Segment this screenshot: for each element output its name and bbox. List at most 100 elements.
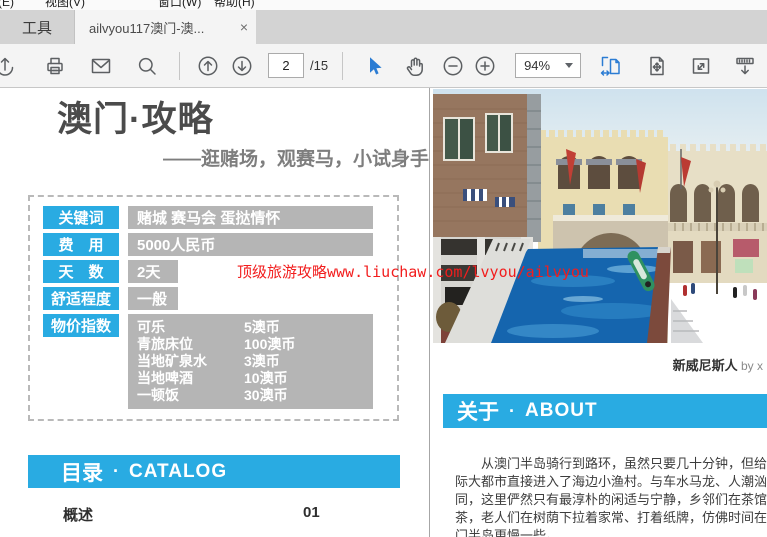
info-row: 关键词 赌城 赛马会 蛋挞情怀	[43, 206, 397, 229]
print-icon	[43, 54, 67, 78]
previous-page-icon	[196, 54, 220, 78]
select-tool-button[interactable]	[361, 54, 385, 78]
pdf-viewer-window: 编辑(E) 视图(V) 窗口(W) 帮助(H) 工具 ailvyou117澳门-…	[0, 0, 767, 537]
hide-toolbar-button[interactable]	[733, 54, 757, 78]
fit-page-icon	[645, 54, 669, 78]
info-row: 费 用 5000人民币	[43, 233, 397, 256]
fit-width-button[interactable]	[599, 54, 623, 78]
next-page-button[interactable]	[230, 54, 254, 78]
info-value: 2天	[128, 260, 178, 283]
zoom-in-button[interactable]	[473, 54, 497, 78]
search-button[interactable]	[135, 54, 159, 78]
select-cursor-icon	[361, 54, 385, 78]
price-item-value: 3澳币	[244, 353, 280, 370]
catalog-header-zh: 目录	[61, 457, 103, 487]
zoom-out-button[interactable]	[441, 54, 465, 78]
info-value: 赌城 赛马会 蛋挞情怀	[128, 206, 373, 229]
catalog-header-en: CATALOG	[129, 461, 227, 483]
menu-edit[interactable]: 编辑(E)	[0, 0, 14, 10]
info-label: 天 数	[43, 260, 119, 283]
price-item-name: 青旅床位	[137, 336, 244, 353]
info-value: 5000人民币	[128, 233, 373, 256]
tab-document-label: ailvyou117澳门-澳...	[89, 18, 234, 37]
info-row: 舒适程度 一般	[43, 287, 397, 310]
photo-caption-credit: by x	[738, 359, 763, 373]
menu-help[interactable]: 帮助(H)	[214, 0, 255, 10]
fullscreen-icon	[689, 54, 713, 78]
price-line: 一顿饭 30澳币	[137, 387, 364, 404]
catalog-header-separator: ·	[113, 461, 119, 482]
about-line: 茶，老人们在树荫下拉着家常、打着纸牌，仿佛时间在这里，也要比澳	[455, 509, 767, 527]
info-label: 关键词	[43, 206, 119, 229]
hide-toolbar-icon	[733, 54, 757, 78]
info-label: 舒适程度	[43, 287, 119, 310]
price-line: 当地矿泉水 3澳币	[137, 353, 364, 370]
about-line: 际大都市直接进入了海边小渔村。与车水马龙、人潮汹涌的澳门半岛不	[455, 473, 767, 491]
price-item-name: 当地矿泉水	[137, 353, 244, 370]
tab-bar: 工具 ailvyou117澳门-澳... ×	[0, 10, 767, 44]
menu-bar: 编辑(E) 视图(V) 窗口(W) 帮助(H)	[0, 0, 767, 10]
page-number-input[interactable]	[268, 53, 304, 78]
photo-caption: 新威尼斯人 by x	[433, 355, 763, 375]
price-item-name: 当地啤酒	[137, 370, 244, 387]
zoom-level-value: 94%	[516, 58, 550, 73]
info-panel: 关键词 赌城 赛马会 蛋挞情怀 费 用 5000人民币 天 数 2天 舒适程度 …	[28, 195, 399, 421]
price-item-name: 可乐	[137, 319, 244, 336]
fit-page-button[interactable]	[645, 54, 669, 78]
hand-tool-button[interactable]	[403, 54, 427, 78]
watermark-text: 顶级旅游攻略www.liuchaw.com/lvyou/ailvyou	[237, 261, 589, 282]
hand-tool-icon	[403, 54, 427, 78]
about-line: 门半岛更慢一些。	[455, 527, 767, 537]
email-icon	[89, 54, 113, 78]
guide-title: 澳门·攻略	[57, 91, 214, 142]
print-button[interactable]	[43, 54, 67, 78]
menu-view[interactable]: 视图(V)	[45, 0, 85, 10]
toolbar-divider	[342, 52, 343, 80]
fit-width-icon	[599, 54, 623, 78]
price-item-value: 5澳币	[244, 319, 280, 336]
price-line: 青旅床位 100澳币	[137, 336, 364, 353]
about-line: 同，这里俨然只有最淳朴的闲适与宁静，乡邻们在茶馆里悠闲地品着	[455, 491, 767, 509]
price-item-value: 30澳币	[244, 387, 288, 404]
about-header-zh: 关于	[457, 396, 499, 426]
price-index-box: 可乐 5澳币 青旅床位 100澳币 当地矿泉水 3澳币 当地啤酒	[128, 314, 373, 409]
search-icon	[135, 54, 159, 78]
toolbar: /15 94%	[0, 44, 767, 88]
about-header: 关于 · ABOUT	[443, 394, 767, 428]
dropdown-arrow-icon	[565, 63, 573, 68]
guide-subtitle: ——逛赌场，观赛马，小试身手	[163, 144, 429, 171]
price-item-value: 100澳币	[244, 336, 295, 353]
zoom-out-icon	[441, 54, 465, 78]
price-line: 可乐 5澳币	[137, 319, 364, 336]
page-count-label: /15	[310, 58, 328, 73]
price-item-value: 10澳币	[244, 370, 288, 387]
catalog-entry-page: 01	[303, 504, 320, 521]
tab-tools[interactable]: 工具	[0, 10, 74, 44]
venetian-canal-photo	[433, 89, 767, 343]
zoom-level-select[interactable]: 94%	[515, 53, 581, 78]
document-page-view: 澳门·攻略 ——逛赌场，观赛马，小试身手 关键词 赌城 赛马会 蛋挞情怀 费 用…	[0, 88, 767, 537]
tab-tools-label: 工具	[22, 17, 52, 38]
share-button[interactable]	[0, 54, 17, 78]
catalog-entry-title: 概述	[63, 504, 93, 525]
next-page-icon	[230, 54, 254, 78]
catalog-header: 目录 · CATALOG	[28, 455, 400, 488]
toolbar-divider	[179, 52, 180, 80]
about-line: 从澳门半岛骑行到路环，虽然只要几十分钟，但给人的感觉是从国	[455, 455, 767, 473]
close-tab-icon[interactable]: ×	[240, 20, 248, 34]
photo-illustration	[433, 89, 767, 343]
about-header-separator: ·	[509, 401, 515, 422]
email-button[interactable]	[89, 54, 113, 78]
info-value: 一般	[128, 287, 178, 310]
about-header-en: ABOUT	[525, 400, 598, 422]
info-label: 费 用	[43, 233, 119, 256]
price-index-row: 物价指数 可乐 5澳币 青旅床位 100澳币 当地矿泉水 3澳币	[43, 314, 397, 409]
photo-caption-title: 新威尼斯人	[673, 358, 738, 373]
price-item-name: 一顿饭	[137, 387, 244, 404]
tab-document[interactable]: ailvyou117澳门-澳... ×	[74, 10, 256, 44]
zoom-in-icon	[473, 54, 497, 78]
menu-window[interactable]: 窗口(W)	[158, 0, 201, 10]
share-upload-icon	[0, 54, 17, 78]
fullscreen-button[interactable]	[689, 54, 713, 78]
previous-page-button[interactable]	[196, 54, 220, 78]
